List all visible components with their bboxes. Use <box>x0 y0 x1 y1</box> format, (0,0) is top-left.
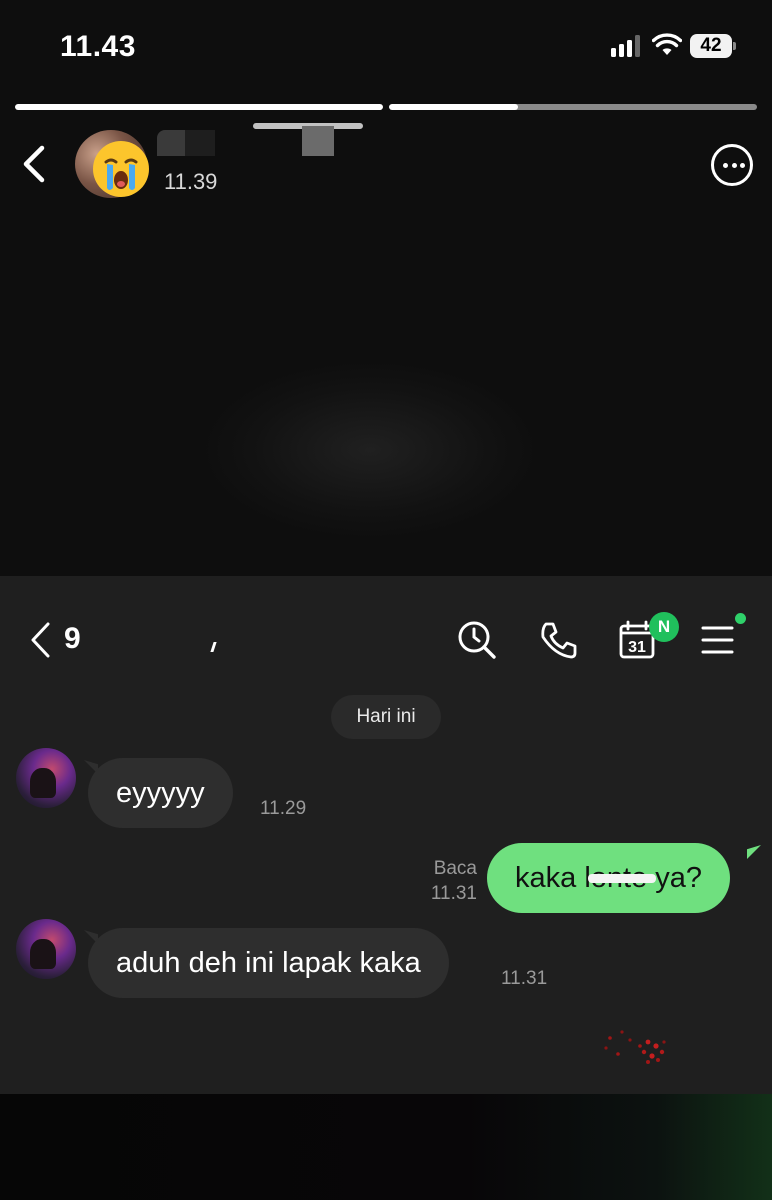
battery-icon: 42 <box>690 34 736 58</box>
message-read-status: Baca 11.31 <box>412 856 477 906</box>
phone-icon[interactable] <box>538 619 580 661</box>
story-back-icon[interactable] <box>18 140 50 188</box>
ellipsis-circle-icon[interactable] <box>711 144 753 186</box>
new-badge: N <box>649 612 679 642</box>
notification-dot <box>735 613 746 624</box>
wifi-icon <box>652 33 682 55</box>
message-time: 11.31 <box>430 883 477 904</box>
status-time: 11.43 <box>60 30 136 63</box>
unread-count: 9 <box>64 622 81 655</box>
menu-icon[interactable] <box>698 619 740 661</box>
loading-dots-icon <box>604 1030 666 1064</box>
redacted-name-block <box>302 126 334 156</box>
back-chevron-icon[interactable] <box>28 620 54 660</box>
message-time: 11.29 <box>260 798 307 819</box>
contact-avatar[interactable] <box>16 748 76 808</box>
date-separator: Hari ini <box>331 695 441 739</box>
message-time: 11.31 <box>501 968 548 989</box>
read-label: Baca <box>433 858 477 879</box>
loudly-crying-face-icon <box>93 141 149 197</box>
calendar-day: 31 <box>628 639 646 656</box>
cellular-signal-icon <box>611 35 643 57</box>
message-bubble-incoming[interactable]: eyyyyy <box>88 758 233 828</box>
story-progress-bar-2 <box>389 104 757 110</box>
battery-level: 42 <box>690 34 732 58</box>
status-bar: 11.43 42 <box>0 0 772 92</box>
search-clock-icon[interactable] <box>456 619 498 661</box>
contact-avatar[interactable] <box>16 919 76 979</box>
redacted-name-block <box>185 130 215 156</box>
redaction-stroke <box>588 874 656 883</box>
bottom-background <box>0 1094 772 1200</box>
story-timestamp: 11.39 <box>164 169 218 194</box>
message-bubble-incoming[interactable]: aduh deh ini lapak kaka <box>88 928 449 998</box>
story-progress-bar-1 <box>15 104 383 110</box>
